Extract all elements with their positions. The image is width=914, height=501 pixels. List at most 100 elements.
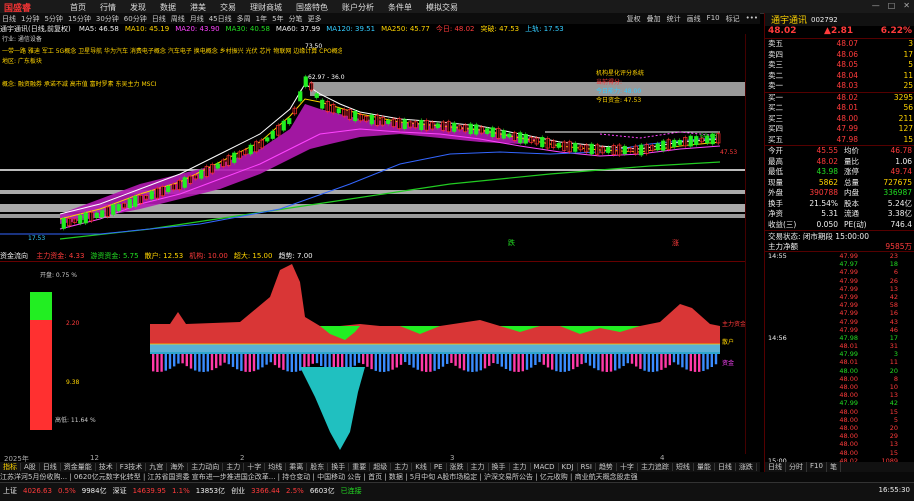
menu-item-0[interactable]: 首页: [70, 2, 86, 13]
indicator-tab-30[interactable]: 短线: [672, 463, 694, 471]
indicator-tab-33[interactable]: 涨跌: [735, 463, 757, 471]
indicator-tab-15[interactable]: 重要: [349, 463, 371, 471]
minimize-icon[interactable]: —: [872, 1, 880, 10]
sub-item-0: 主力资金: 4.33: [36, 252, 85, 260]
sells-row[interactable]: 卖五 48.07 3: [765, 39, 914, 50]
indicator-tab-5[interactable]: F3技术: [116, 463, 147, 471]
buys-row[interactable]: 买五 47.98 15: [765, 135, 914, 146]
panel-tab-2[interactable]: F10: [807, 462, 827, 472]
indicator-tab-14[interactable]: 换手: [328, 463, 350, 471]
indicator-tab-1[interactable]: A股: [21, 463, 40, 471]
tick-price: 48.01: [839, 358, 858, 367]
tool-0[interactable]: 复权: [627, 14, 641, 24]
menu-item-8[interactable]: 账户分析: [342, 2, 374, 13]
retail-bar: [181, 354, 184, 364]
period-tab-3[interactable]: 15分钟: [68, 14, 91, 24]
kline-chart-svg[interactable]: 73.50 62.97 - 36.0 17.53 跌 涨 60.63 47.53: [0, 34, 745, 250]
indicator-tab-3[interactable]: 资金量能: [60, 463, 96, 471]
menu-item-9[interactable]: 条件单: [388, 2, 412, 13]
tool-5[interactable]: 标记: [726, 14, 740, 24]
indicator-tab-19[interactable]: PE: [430, 463, 447, 471]
sells-row[interactable]: 卖二 48.04 11: [765, 71, 914, 82]
tool-1[interactable]: 叠加: [647, 14, 661, 24]
status-item-11: 6603亿: [309, 487, 335, 495]
maximize-icon[interactable]: □: [888, 1, 896, 10]
tick-price: 47.99: [839, 301, 858, 310]
indicator-tab-11[interactable]: 均线: [265, 463, 287, 471]
sells-row[interactable]: 卖三 48.05 5: [765, 60, 914, 71]
indicator-tab-18[interactable]: K线: [412, 463, 431, 471]
tool-4[interactable]: F10: [707, 14, 720, 24]
indicator-tab-29[interactable]: 主力追踪: [637, 463, 673, 471]
tool-6[interactable]: •••: [746, 14, 758, 24]
indicator-tab-17[interactable]: 主力: [391, 463, 413, 471]
period-tab-12[interactable]: 5年: [272, 14, 283, 24]
indicator-tab-23[interactable]: 主力: [509, 463, 531, 471]
tick-list[interactable]: 14:55 47.99 23 47.97 18 47.99 6 47.99 26 47.99 13 4…: [765, 251, 914, 465]
buys-row[interactable]: 买四 47.99 127: [765, 124, 914, 135]
menu-item-7[interactable]: 国盛特色: [296, 2, 328, 13]
indicator-tab-21[interactable]: 主力: [467, 463, 489, 471]
tool-2[interactable]: 统计: [667, 14, 681, 24]
menu-item-2[interactable]: 发现: [130, 2, 146, 13]
menu-item-6[interactable]: 理财商城: [250, 2, 282, 13]
indicator-tab-20[interactable]: 涨跌: [446, 463, 468, 471]
indicator-tab-24[interactable]: MACD: [530, 463, 559, 471]
indicator-tab-32[interactable]: 日线: [714, 463, 736, 471]
fund-flow-chart[interactable]: 开盘: 0.75 % 2.20 9.38 高低: 11.64 % 主力资金 散户…: [0, 261, 746, 455]
period-tab-2[interactable]: 5分钟: [44, 14, 62, 24]
period-tab-6[interactable]: 日线: [152, 14, 166, 24]
indicator-tab-4[interactable]: 技术: [95, 463, 117, 471]
panel-tab-0[interactable]: 日线: [765, 462, 786, 472]
retail-bar: [433, 354, 436, 371]
indicator-tab-7[interactable]: 海外: [167, 463, 189, 471]
indicator-tab-25[interactable]: KDJ: [558, 463, 578, 471]
indicator-tab-6[interactable]: 九宫: [146, 463, 168, 471]
indicator-tab-2[interactable]: 日线: [39, 463, 61, 471]
period-tab-7[interactable]: 周线: [171, 14, 185, 24]
tick-vol: 15: [889, 407, 898, 416]
indicator-tab-10[interactable]: 十字: [244, 463, 266, 471]
indicator-tab-13[interactable]: 股东: [307, 463, 329, 471]
news-ticker[interactable]: 江苏洋河5月份收购... | 0620亿元数字化转型 | 江苏省国资委 宣布进一…: [0, 472, 914, 482]
menu-item-4[interactable]: 港美: [190, 2, 206, 13]
period-tab-14[interactable]: 更多: [308, 14, 322, 24]
indicator-tab-16[interactable]: 超级: [370, 463, 392, 471]
close-icon[interactable]: ✕: [903, 1, 910, 10]
buys-row[interactable]: 买三 48.00 211: [765, 114, 914, 125]
period-tab-9[interactable]: 45日线: [209, 14, 232, 24]
period-tabs: 日线 1分钟 5分钟 15分钟 30分钟 60分钟 日线 周线 月线 45日线 多周 1年 5年 分笔 更多: [2, 14, 322, 24]
period-tab-8[interactable]: 月线: [190, 14, 204, 24]
menu-item-5[interactable]: 交易: [220, 2, 236, 13]
indicator-tab-22[interactable]: 换手: [488, 463, 510, 471]
panel-tab-1[interactable]: 分时: [786, 462, 807, 472]
menu-item-10[interactable]: 模拟交易: [426, 2, 458, 13]
indicator-tab-27[interactable]: 趋势: [595, 463, 617, 471]
period-tab-1[interactable]: 1分钟: [21, 14, 39, 24]
indicator-tab-0[interactable]: 指标: [0, 463, 21, 471]
period-tab-0[interactable]: 日线: [2, 14, 16, 24]
panel-tab-3[interactable]: 笔: [827, 462, 841, 472]
indicator-tab-28[interactable]: 十字: [616, 463, 638, 471]
stat-row: 今开 45.55 均价 46.78: [765, 146, 914, 157]
period-tab-13[interactable]: 分笔: [289, 14, 303, 24]
fund-flow-svg[interactable]: 开盘: 0.75 % 2.20 9.38 高低: 11.64 % 主力资金 散户…: [0, 262, 746, 455]
menu-item-3[interactable]: 数据: [160, 2, 176, 13]
indicator-tab-26[interactable]: RSI: [577, 463, 596, 471]
date-axis: 2025年 12 2 3 4: [0, 454, 760, 463]
period-tab-4[interactable]: 30分钟: [96, 14, 119, 24]
sells-row[interactable]: 卖四 48.06 17: [765, 50, 914, 61]
menu-item-1[interactable]: 行情: [100, 2, 116, 13]
indicator-tab-8[interactable]: 主力动向: [188, 463, 224, 471]
tool-3[interactable]: 画线: [687, 14, 701, 24]
indicator-tab-9[interactable]: 主力: [223, 463, 245, 471]
kline-chart[interactable]: 73.50 62.97 - 36.0 17.53 跌 涨 60.63 47.53…: [0, 34, 745, 250]
period-tab-10[interactable]: 多周: [237, 14, 251, 24]
indicator-tab-31[interactable]: 量能: [693, 463, 715, 471]
buys-row[interactable]: 买一 48.02 3295: [765, 93, 914, 104]
buys-row[interactable]: 买二 48.01 56: [765, 103, 914, 114]
indicator-tab-12[interactable]: 乘离: [286, 463, 308, 471]
period-tab-11[interactable]: 1年: [256, 14, 267, 24]
sells-row[interactable]: 卖一 48.03 25: [765, 81, 914, 92]
period-tab-5[interactable]: 60分钟: [124, 14, 147, 24]
